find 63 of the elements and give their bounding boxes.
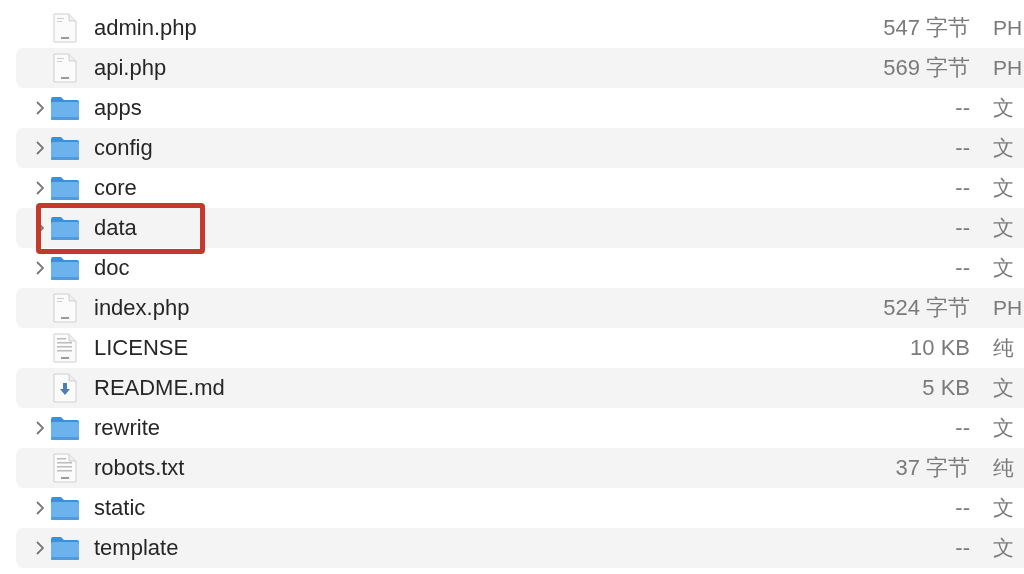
file-kind: 纯 (993, 455, 1015, 481)
file-kind: 文 (993, 495, 1015, 521)
file-size: -- (954, 215, 970, 241)
folder-icon (50, 95, 80, 121)
file-name[interactable]: README.md (94, 375, 740, 401)
file-kind: 纯 (993, 335, 1015, 361)
file-size: 547 字节 (882, 14, 970, 42)
download-file-icon (53, 373, 77, 403)
file-kind: 文 (993, 255, 1015, 281)
php-file-icon (53, 53, 77, 83)
file-kind: 文 (993, 175, 1015, 201)
disclosure-chevron-icon[interactable] (36, 421, 44, 435)
disclosure-chevron-icon[interactable] (36, 261, 44, 275)
file-name[interactable]: rewrite (94, 415, 740, 441)
file-size: 5 KB (921, 375, 970, 401)
folder-icon (50, 415, 80, 441)
file-kind: PH (993, 296, 1024, 320)
file-name[interactable]: index.php (94, 295, 740, 321)
file-kind: PH (993, 16, 1024, 40)
disclosure-chevron-icon[interactable] (36, 181, 44, 195)
file-name[interactable]: admin.php (94, 15, 740, 41)
file-kind: PH (993, 56, 1024, 80)
file-kind: 文 (993, 535, 1015, 561)
text-file-icon (53, 453, 77, 483)
file-name[interactable]: template (94, 535, 740, 561)
file-size: 37 字节 (894, 454, 970, 482)
disclosure-chevron-icon[interactable] (36, 541, 44, 555)
folder-icon (50, 495, 80, 521)
file-kind: 文 (993, 375, 1015, 401)
file-size: -- (954, 415, 970, 441)
file-size: -- (954, 95, 970, 121)
file-size: -- (954, 535, 970, 561)
file-name[interactable]: robots.txt (94, 455, 740, 481)
file-kind: 文 (993, 215, 1015, 241)
file-name[interactable]: apps (94, 95, 740, 121)
file-name[interactable]: doc (94, 255, 740, 281)
file-size: -- (954, 495, 970, 521)
file-name[interactable]: config (94, 135, 740, 161)
disclosure-chevron-icon[interactable] (36, 141, 44, 155)
php-file-icon (53, 293, 77, 323)
file-size: -- (954, 175, 970, 201)
file-kind: 文 (993, 415, 1015, 441)
disclosure-chevron-icon[interactable] (36, 501, 44, 515)
file-size: 569 字节 (882, 54, 970, 82)
file-size: -- (954, 135, 970, 161)
file-kind: 文 (993, 135, 1015, 161)
file-name[interactable]: api.php (94, 55, 740, 81)
file-size: -- (954, 255, 970, 281)
file-name[interactable]: data (94, 215, 740, 241)
file-name[interactable]: LICENSE (94, 335, 740, 361)
file-name[interactable]: core (94, 175, 740, 201)
file-size: 10 KB (909, 335, 970, 361)
file-name[interactable]: static (94, 495, 740, 521)
folder-icon (50, 535, 80, 561)
file-kind: 文 (993, 95, 1015, 121)
file-size: 524 字节 (882, 294, 970, 322)
folder-icon (50, 135, 80, 161)
folder-icon (50, 215, 80, 241)
disclosure-chevron-icon[interactable] (36, 101, 44, 115)
folder-icon (50, 255, 80, 281)
folder-icon (50, 175, 80, 201)
text-file-icon (53, 333, 77, 363)
php-file-icon (53, 13, 77, 43)
